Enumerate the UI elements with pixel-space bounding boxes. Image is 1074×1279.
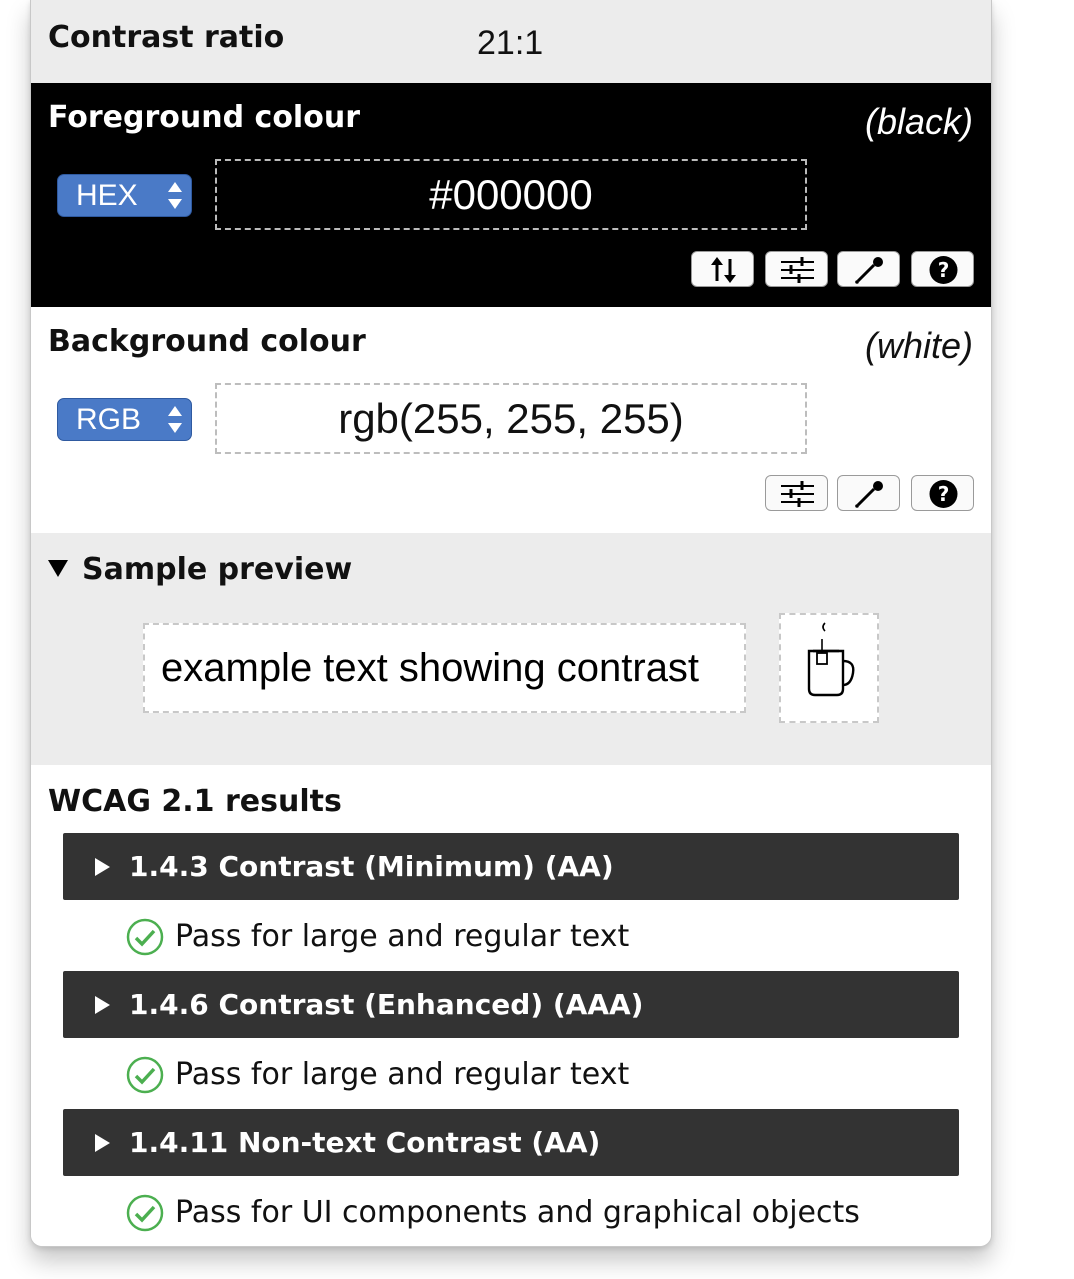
- contrast-ratio-label: Contrast ratio: [48, 20, 285, 55]
- help-icon: ?: [929, 480, 958, 508]
- select-arrows-icon: [168, 406, 182, 434]
- foreground-value-input[interactable]: #000000: [215, 159, 807, 230]
- foreground-eyedropper-button[interactable]: [837, 251, 900, 287]
- disclosure-open-icon: [48, 560, 68, 577]
- contrast-ratio-row: Contrast ratio 21:1: [31, 0, 991, 83]
- background-colour-name: (white): [864, 325, 973, 366]
- result-text: Pass for large and regular text: [175, 1057, 630, 1092]
- sample-text-preview: example text showing contrast: [143, 623, 746, 713]
- background-format-value: RGB: [76, 403, 142, 436]
- disclosure-closed-icon: [95, 996, 110, 1014]
- eyedropper-icon: [855, 481, 883, 508]
- criterion-1-4-3-toggle[interactable]: 1.4.3 Contrast (Minimum) (AA): [63, 833, 959, 900]
- sample-preview-toggle[interactable]: Sample preview: [48, 552, 352, 587]
- criterion-label: 1.4.6 Contrast (Enhanced) (AAA): [129, 988, 644, 1021]
- contrast-checker-window: Contrast ratio 21:1 Foreground colour (b…: [30, 0, 992, 1247]
- svg-text:?: ?: [938, 482, 950, 506]
- criterion-label: 1.4.3 Contrast (Minimum) (AA): [129, 850, 614, 883]
- pass-check-icon: [126, 1194, 164, 1232]
- foreground-help-button[interactable]: ?: [911, 251, 974, 287]
- svg-text:?: ?: [938, 258, 950, 282]
- foreground-section: Foreground colour (black) HEX #000000 ?: [31, 83, 991, 307]
- background-section: Background colour (white) RGB rgb(255, 2…: [31, 307, 991, 533]
- result-text: Pass for UI components and graphical obj…: [175, 1195, 860, 1230]
- wcag-results-title: WCAG 2.1 results: [48, 784, 342, 819]
- background-adjust-button[interactable]: [765, 475, 828, 511]
- sliders-icon: [781, 481, 814, 507]
- background-value-input[interactable]: rgb(255, 255, 255): [215, 383, 807, 454]
- disclosure-closed-icon: [95, 858, 110, 876]
- foreground-format-select[interactable]: HEX: [57, 174, 192, 217]
- sample-preview-section: Sample preview example text showing cont…: [31, 533, 991, 765]
- background-format-select[interactable]: RGB: [57, 398, 192, 441]
- eyedropper-icon: [855, 257, 883, 284]
- tea-mug-icon: [807, 622, 855, 697]
- criterion-1-4-11-toggle[interactable]: 1.4.11 Non-text Contrast (AA): [63, 1109, 959, 1176]
- foreground-title: Foreground colour: [48, 100, 360, 135]
- result-text: Pass for large and regular text: [175, 919, 630, 954]
- background-title: Background colour: [48, 324, 366, 359]
- help-icon: ?: [929, 256, 958, 284]
- swap-icon: [711, 257, 736, 283]
- background-eyedropper-button[interactable]: [837, 475, 900, 511]
- pass-check-icon: [126, 1056, 164, 1094]
- sample-icon-preview: [779, 613, 879, 723]
- contrast-ratio-value: 21:1: [477, 24, 544, 62]
- wcag-results-section: WCAG 2.1 results 1.4.3 Contrast (Minimum…: [31, 765, 991, 1246]
- criterion-label: 1.4.11 Non-text Contrast (AA): [129, 1126, 601, 1159]
- swap-colours-button[interactable]: [691, 251, 754, 287]
- pass-check-icon: [126, 918, 164, 956]
- criterion-1-4-6-toggle[interactable]: 1.4.6 Contrast (Enhanced) (AAA): [63, 971, 959, 1038]
- select-arrows-icon: [168, 182, 182, 210]
- sample-preview-title: Sample preview: [82, 552, 353, 587]
- foreground-colour-name: (black): [864, 101, 973, 142]
- foreground-adjust-button[interactable]: [765, 251, 828, 287]
- background-help-button[interactable]: ?: [911, 475, 974, 511]
- disclosure-closed-icon: [95, 1134, 110, 1152]
- sliders-icon: [781, 257, 814, 283]
- foreground-format-value: HEX: [76, 179, 138, 212]
